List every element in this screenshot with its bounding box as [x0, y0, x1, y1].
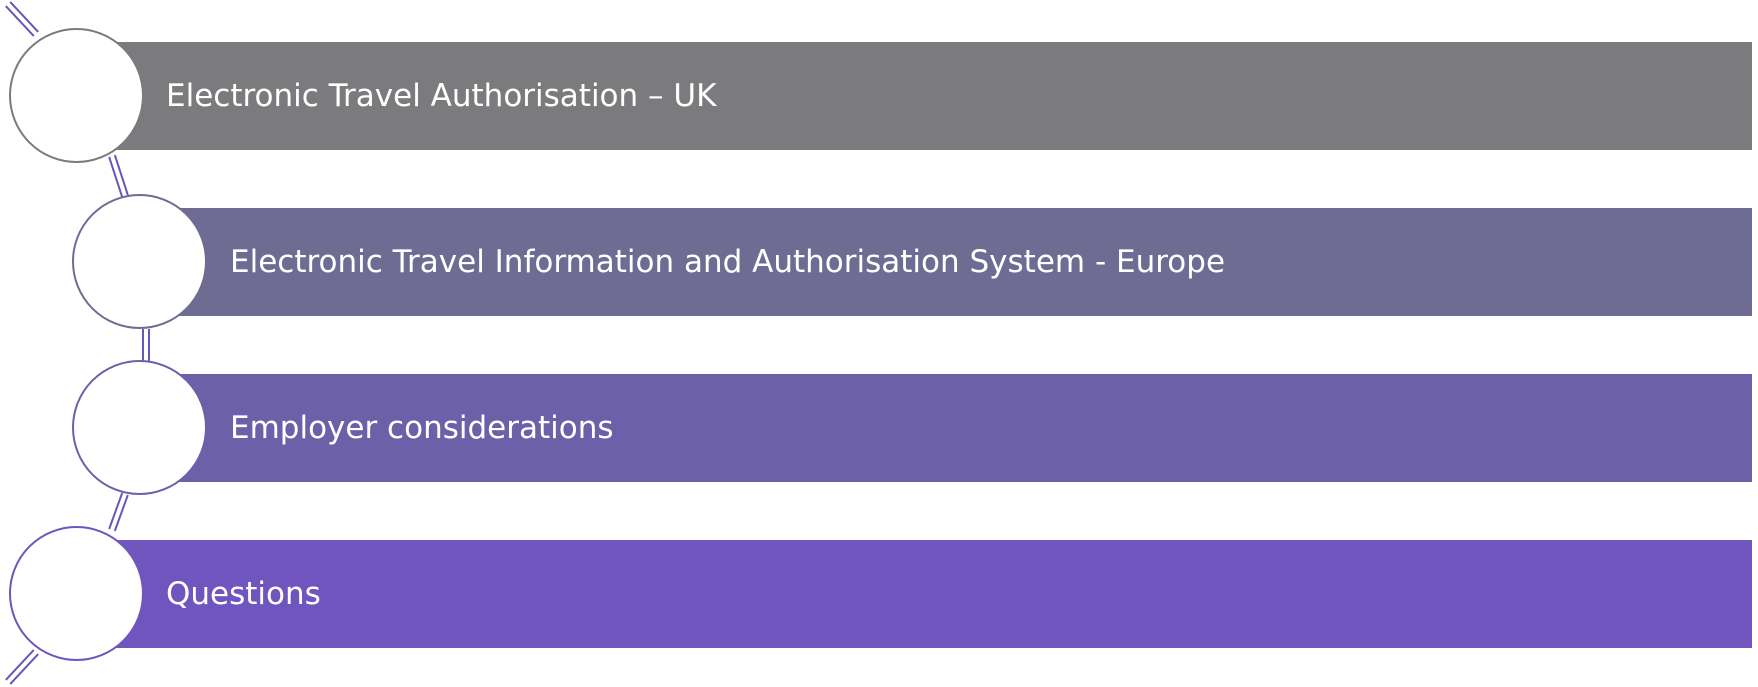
connector-segment-2-line-2 [113, 154, 129, 196]
agenda-diagram: Electronic Travel Authorisation – UK Ele… [0, 0, 1758, 687]
agenda-item-1-label: Electronic Travel Authorisation – UK [166, 78, 717, 114]
connector-segment-5-line-2 [9, 653, 39, 685]
agenda-item-3-label: Employer considerations [230, 410, 614, 446]
connector-segment-5-line-1 [5, 649, 35, 681]
agenda-item-2-label: Electronic Travel Information and Author… [230, 244, 1226, 280]
connector-segment-1-line-2 [9, 1, 39, 33]
agenda-item-4-circle [9, 526, 144, 661]
agenda-item-2-circle [72, 194, 207, 329]
agenda-item-4-label: Questions [166, 576, 321, 612]
connector-segment-1-line-1 [5, 5, 35, 37]
agenda-item-1-circle [9, 28, 144, 163]
connector-segment-4-line-1 [108, 492, 124, 530]
connector-segment-4-line-2 [113, 494, 129, 532]
agenda-item-3-circle [72, 360, 207, 495]
agenda-item-4-bar [80, 540, 1752, 648]
connector-segment-2-line-1 [108, 156, 124, 198]
